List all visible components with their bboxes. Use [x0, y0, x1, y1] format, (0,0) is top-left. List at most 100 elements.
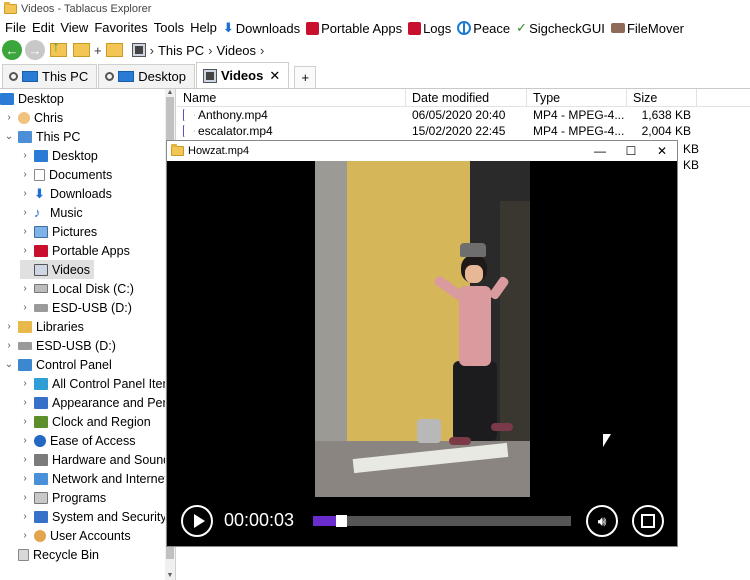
menu-tools[interactable]: Tools [151, 19, 187, 37]
chevron-right-icon[interactable]: › [4, 112, 14, 123]
link-peace-label: Peace [473, 20, 511, 36]
chevron-right-icon[interactable]: › [20, 511, 30, 522]
link-sigcheckgui[interactable]: ✓ SigcheckGUI [513, 20, 608, 36]
tab-this-pc[interactable]: This PC [2, 64, 98, 88]
file-row[interactable]: Anthony.mp4 06/05/2020 20:40 MP4 - MPEG-… [177, 107, 697, 123]
link-peace[interactable]: Peace [454, 21, 513, 36]
column-date-modified[interactable]: Date modified [406, 89, 527, 107]
volume-icon[interactable]: 🔊︎ [586, 505, 618, 537]
chevron-right-icon[interactable]: › [20, 530, 30, 541]
file-row[interactable]: escalator.mp4 15/02/2020 22:45 MP4 - MPE… [177, 123, 697, 139]
chevron-right-icon[interactable]: › [20, 454, 30, 465]
new-tab-button[interactable]: + [294, 66, 317, 88]
chevron-right-icon[interactable]: › [20, 302, 30, 313]
tree-item[interactable]: › System and Security [20, 507, 166, 526]
menu-favorites[interactable]: Favorites [91, 19, 150, 37]
chevron-right-icon[interactable]: › [20, 435, 30, 446]
tab-desktop-label: Desktop [138, 69, 186, 84]
chevron-right-icon[interactable]: › [20, 416, 30, 427]
tree-item-label: Desktop [18, 91, 64, 106]
menu-view[interactable]: View [57, 19, 91, 37]
tree-item[interactable]: › Libraries [4, 317, 84, 336]
chevron-right-icon[interactable]: › [20, 150, 30, 161]
tree-item-label: Local Disk (C:) [52, 281, 134, 296]
back-button[interactable]: ← [2, 40, 22, 60]
menu-file[interactable]: File [2, 19, 29, 37]
seek-handle[interactable] [336, 515, 347, 527]
tree-item-label: User Accounts [50, 528, 131, 543]
column-size[interactable]: Size [627, 89, 697, 107]
seek-bar[interactable] [313, 515, 571, 527]
tree-item[interactable]: › ESD-USB (D:) [4, 336, 116, 355]
tree-item[interactable]: Videos [20, 260, 94, 279]
video-frame[interactable] [315, 161, 530, 497]
tree-item[interactable]: › Hardware and Sound [20, 450, 170, 469]
chevron-right-icon[interactable]: › [20, 397, 30, 408]
new-folder-button[interactable] [105, 40, 125, 60]
chevron-right-icon[interactable]: › [20, 283, 30, 294]
menu-help[interactable]: Help [187, 19, 220, 37]
scroll-down-icon[interactable]: ▼ [165, 572, 175, 580]
chevron-right-icon[interactable]: › [20, 473, 30, 484]
tree-item[interactable]: › Appearance and Pers [20, 393, 173, 412]
column-type[interactable]: Type [527, 89, 627, 107]
tree-item[interactable]: › Documents [20, 165, 112, 184]
tree-item[interactable]: › Programs [20, 488, 106, 507]
tab-close-icon[interactable]: ✕ [269, 68, 280, 84]
tree-item[interactable]: › ⬇ Downloads [20, 184, 112, 203]
tree-item[interactable]: Recycle Bin [4, 545, 99, 564]
folder-list-button[interactable] [71, 40, 91, 60]
tree-item[interactable]: Desktop [0, 89, 64, 108]
play-icon[interactable] [181, 505, 213, 537]
chevron-right-icon[interactable]: › [20, 169, 30, 180]
link-portable-apps[interactable]: Portable Apps [303, 21, 405, 36]
link-filemover[interactable]: FileMover [608, 21, 687, 36]
close-button[interactable]: ✕ [647, 141, 677, 161]
column-name[interactable]: Name [177, 89, 406, 107]
tree-item[interactable]: › ESD-USB (D:) [20, 298, 132, 317]
tree-item[interactable]: › Network and Internet [20, 469, 168, 488]
link-logs[interactable]: Logs [405, 21, 454, 36]
tree-item[interactable]: › Local Disk (C:) [20, 279, 134, 298]
up-folder-button[interactable]: ↑ [48, 38, 68, 60]
minimize-button[interactable]: — [585, 141, 615, 161]
file-size: 1,638 KB [641, 108, 691, 122]
scroll-up-icon[interactable]: ▲ [165, 89, 175, 97]
chevron-right-icon[interactable]: › [20, 492, 30, 503]
forward-button[interactable]: → [25, 40, 45, 60]
link-downloads[interactable]: ⬇ Downloads [220, 20, 303, 36]
chevron-right-icon[interactable]: › [20, 188, 30, 199]
chevron-right-icon[interactable]: › [4, 340, 14, 351]
chevron-down-icon[interactable]: ⌄ [4, 359, 14, 370]
fullscreen-icon[interactable] [632, 505, 664, 537]
tree-item[interactable]: › Ease of Access [20, 431, 135, 450]
chevron-right-icon[interactable]: › [20, 226, 30, 237]
tree-item[interactable]: › Desktop [20, 146, 98, 165]
maximize-button[interactable]: ☐ [616, 141, 646, 161]
tree-item[interactable]: › Clock and Region [20, 412, 150, 431]
tab-desktop[interactable]: Desktop [98, 64, 195, 88]
tree-item-label: Libraries [36, 319, 84, 334]
tree-item[interactable]: › Chris [4, 108, 63, 127]
tree-item[interactable]: › ♪ Music [20, 203, 82, 222]
chevron-right-icon[interactable]: › [4, 321, 14, 332]
chevron-down-icon[interactable]: ⌄ [4, 131, 14, 142]
breadcrumb-videos[interactable]: Videos [217, 43, 257, 58]
media-player-window[interactable]: Howzat.mp4 — ☐ ✕ 00:00:03 🔊︎ [166, 140, 678, 547]
chevron-right-icon[interactable]: › [20, 207, 30, 218]
chevron-right-icon[interactable]: › [20, 245, 30, 256]
tree-item[interactable]: ⌄ Control Panel [4, 355, 112, 374]
tree-item[interactable]: › All Control Panel Item [20, 374, 173, 393]
tree-item[interactable]: › Portable Apps [20, 241, 130, 260]
tree-item[interactable]: ⌄ This PC [4, 127, 81, 146]
folder-icon [171, 144, 184, 156]
menu-edit[interactable]: Edit [29, 19, 57, 37]
breadcrumb-this-pc[interactable]: This PC [158, 43, 204, 58]
file-name: Anthony.mp4 [177, 107, 406, 123]
chevron-right-icon[interactable]: › [20, 378, 30, 389]
tree-item[interactable]: › User Accounts [20, 526, 131, 545]
player-title: Howzat.mp4 [188, 145, 250, 157]
tree-item[interactable]: › Pictures [20, 222, 97, 241]
address-bar[interactable]: › This PC › Videos › [131, 40, 264, 60]
tab-videos[interactable]: Videos ✕ [195, 62, 290, 88]
